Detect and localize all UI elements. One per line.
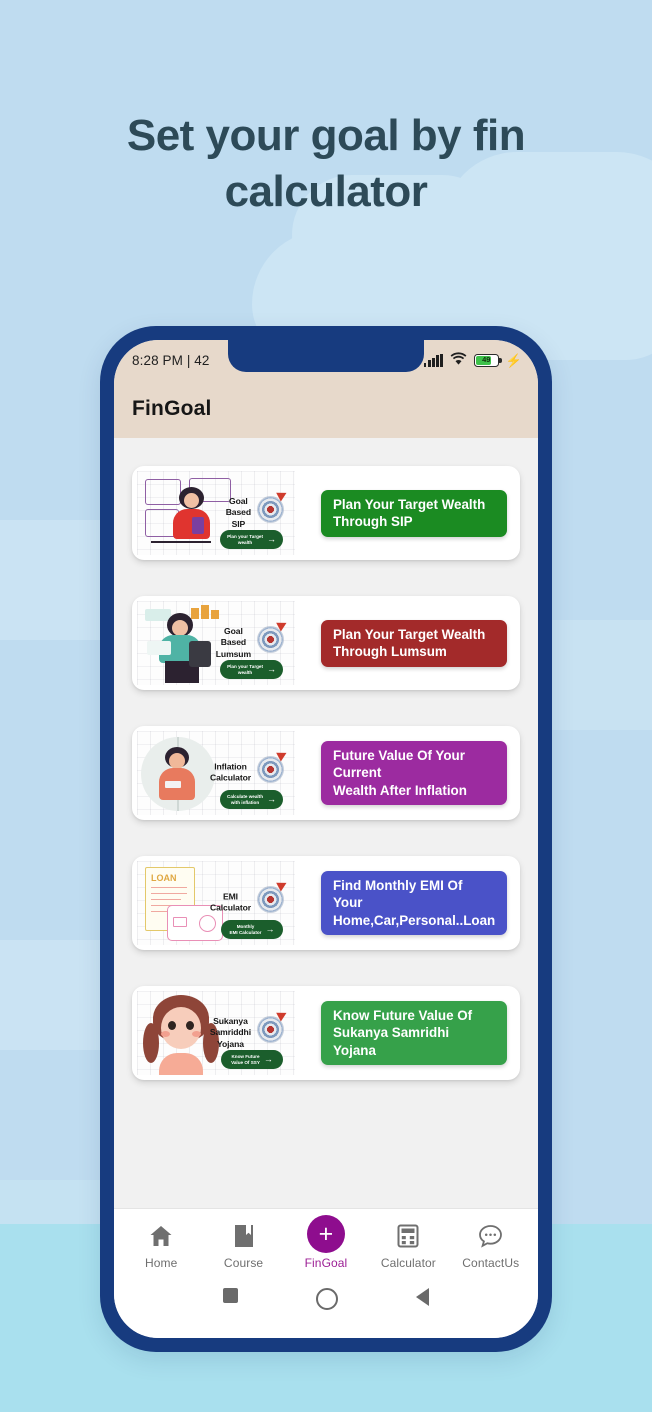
card-goal-based-sip[interactable]: Goal Based SIP Plan your Target wealth →… — [132, 466, 520, 560]
cta-button-inflation-calculator[interactable]: Future Value Of Your Current Wealth Afte… — [321, 741, 507, 805]
calculator-card-list: Goal Based SIP Plan your Target wealth →… — [114, 438, 538, 1208]
status-time: 8:28 PM | 42 — [132, 352, 210, 368]
cta-button-goal-based-sip[interactable]: Plan Your Target Wealth Through SIP — [321, 489, 507, 537]
wifi-icon — [450, 352, 467, 368]
app-title: FinGoal — [132, 397, 212, 420]
phone-mockup-frame: 8:28 PM | 42 49 ⚡ FinGoal Goal Based SIP… — [100, 326, 552, 1352]
nav-item-fingoal[interactable]: + FinGoal — [287, 1215, 365, 1270]
nav-label-fingoal: FinGoal — [304, 1256, 348, 1270]
dartboard-target-icon — [258, 757, 283, 782]
home-icon — [149, 1223, 173, 1249]
chat-bubble-icon — [478, 1223, 503, 1249]
plus-circle-icon: + — [306, 1215, 345, 1253]
illustration-pill-button: Plan your Target wealth → — [220, 660, 283, 679]
cta-button-goal-based-lumsum[interactable]: Plan Your Target Wealth Through Lumsum — [321, 619, 507, 667]
arrow-right-icon: → — [267, 664, 276, 674]
android-system-navigation — [114, 1284, 538, 1338]
app-bar: FinGoal — [114, 380, 538, 438]
illustration-pill-label: Monthly EMI Calculator — [229, 923, 262, 935]
illustration-label: EMI Calculator — [209, 891, 251, 913]
nav-item-home[interactable]: Home — [122, 1223, 200, 1270]
illustration-label: Goal Based SIP — [225, 495, 251, 529]
phone-notch — [228, 340, 424, 372]
bottom-navigation-bar: Home Course + FinGoal Calculator Contact… — [114, 1208, 538, 1284]
illustration-label: Goal Based Lumsum — [215, 625, 251, 659]
card-goal-based-lumsum[interactable]: Goal Based Lumsum Plan your Target wealt… — [132, 596, 520, 690]
card-emi-calculator[interactable]: LOAN EMI Calculator Monthly EMI Calculat… — [132, 856, 520, 950]
illustration-label: Inflation Calculator — [209, 761, 251, 783]
arrow-right-icon: → — [267, 534, 276, 544]
arrow-right-icon: → — [265, 924, 275, 934]
loan-doc-text: LOAN — [151, 873, 177, 883]
illustration-pill-label: Plan your Target wealth — [227, 663, 263, 675]
dartboard-target-icon — [258, 887, 283, 912]
battery-icon: 49 — [473, 353, 502, 367]
illustration-pill-button: Calculate wealth with inflation → — [220, 790, 283, 809]
nav-item-contactus[interactable]: ContactUs — [452, 1223, 530, 1270]
square-recents-icon[interactable] — [223, 1288, 238, 1303]
arrow-right-icon: → — [267, 794, 276, 804]
nav-label-home: Home — [144, 1256, 178, 1270]
status-bar: 8:28 PM | 42 49 ⚡ — [114, 340, 538, 380]
illustration-pill-label: Plan your Target wealth — [227, 533, 263, 545]
page-title: Set your goal by fin calculator — [126, 111, 526, 217]
charging-bolt-icon: ⚡ — [505, 352, 522, 368]
card-sukanya-samriddhi-yojana[interactable]: Sukanya Samriddhi Yojana Know Future Val… — [132, 986, 520, 1080]
signal-bars-icon — [423, 353, 443, 367]
nav-item-calculator[interactable]: Calculator — [369, 1223, 447, 1270]
triangle-back-icon[interactable] — [416, 1288, 429, 1306]
cta-button-emi-calculator[interactable]: Find Monthly EMI Of Your Home,Car,Person… — [321, 871, 507, 935]
illustration-label: Sukanya Samriddhi Yojana — [209, 1015, 251, 1049]
battery-level: 49 — [482, 355, 491, 365]
calculator-icon — [397, 1223, 419, 1249]
illustration-emi-calculator: LOAN EMI Calculator Monthly EMI Calculat… — [137, 861, 295, 945]
illustration-goal-based-sip: Goal Based SIP Plan your Target wealth → — [137, 471, 295, 555]
card-inflation-calculator[interactable]: Inflation Calculator Calculate wealth wi… — [132, 726, 520, 820]
illustration-sukanya-samriddhi-yojana: Sukanya Samriddhi Yojana Know Future Val… — [137, 991, 295, 1075]
circle-home-icon[interactable] — [316, 1288, 338, 1310]
nav-label-calculator: Calculator — [380, 1256, 436, 1270]
illustration-pill-button: Know Future Value Of SSY → — [221, 1050, 283, 1069]
phone-screen: 8:28 PM | 42 49 ⚡ FinGoal Goal Based SIP… — [114, 340, 538, 1338]
illustration-goal-based-lumsum: Goal Based Lumsum Plan your Target wealt… — [137, 601, 295, 685]
book-icon — [233, 1223, 255, 1249]
nav-label-course: Course — [223, 1256, 264, 1270]
dartboard-target-icon — [258, 497, 283, 522]
cta-button-sukanya-samriddhi-yojana[interactable]: Know Future Value Of Sukanya Samridhi Yo… — [321, 1001, 507, 1065]
illustration-pill-label: Know Future Value Of SSY — [231, 1053, 260, 1065]
arrow-right-icon: → — [263, 1054, 273, 1064]
illustration-pill-button: Plan your Target wealth → — [220, 530, 283, 549]
dartboard-target-icon — [258, 627, 283, 652]
nav-item-course[interactable]: Course — [205, 1223, 283, 1270]
illustration-pill-button: Monthly EMI Calculator → — [221, 920, 283, 939]
illustration-inflation-calculator: Inflation Calculator Calculate wealth wi… — [137, 731, 295, 815]
dartboard-target-icon — [258, 1017, 283, 1042]
nav-label-contactus: ContactUs — [462, 1256, 520, 1270]
illustration-pill-label: Calculate wealth with inflation — [227, 793, 263, 805]
